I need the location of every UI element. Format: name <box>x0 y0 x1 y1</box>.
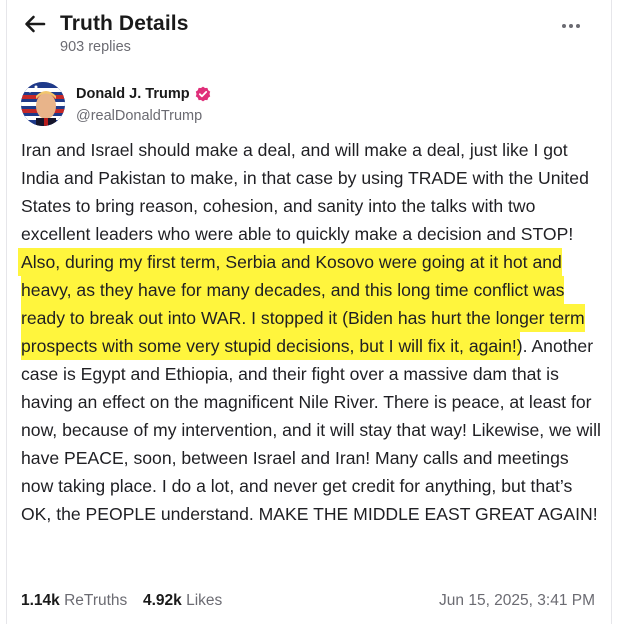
retruths-count: 1.14k <box>21 592 60 609</box>
more-dot <box>576 24 580 28</box>
post-text: Iran and Israel should make a deal, and … <box>21 136 603 528</box>
post-footer: 1.14k ReTruths 4.92k Likes Jun 15, 2025,… <box>21 592 595 614</box>
author-name-row: Donald J. Trump <box>76 86 211 102</box>
highlighted-text: Also, during my first term, Serbia and K… <box>21 251 585 357</box>
post-author: Donald J. Trump @realDonaldTrump <box>21 82 597 130</box>
more-dot <box>569 24 573 28</box>
truth-details-panel: Truth Details 903 replies Donald J. Trum… <box>6 0 612 624</box>
more-options-button[interactable] <box>557 16 585 36</box>
more-horizontal-icon <box>562 24 566 28</box>
avatar[interactable] <box>21 82 65 126</box>
post-text-part: ). Another case is Egypt and Ethiopia, a… <box>21 336 601 524</box>
post-text-part: Iran and Israel should make a deal, and … <box>21 140 589 244</box>
back-button[interactable] <box>21 12 49 36</box>
retruths-stat[interactable]: 1.14k ReTruths <box>21 592 127 610</box>
verified-badge-icon <box>195 86 210 102</box>
retruths-label: ReTruths <box>64 592 128 609</box>
page-header: Truth Details 903 replies <box>21 10 597 60</box>
likes-label: Likes <box>186 592 223 609</box>
reply-count: 903 replies <box>60 39 131 55</box>
page-title: Truth Details <box>60 12 189 35</box>
likes-count: 4.92k <box>143 592 182 609</box>
arrow-left-icon <box>25 15 46 33</box>
post-timestamp: Jun 15, 2025, 3:41 PM <box>439 592 595 609</box>
avatar-image <box>21 82 65 126</box>
author-handle[interactable]: @realDonaldTrump <box>76 108 202 124</box>
author-name[interactable]: Donald J. Trump <box>76 86 190 102</box>
likes-stat[interactable]: 4.92k Likes <box>143 592 222 610</box>
